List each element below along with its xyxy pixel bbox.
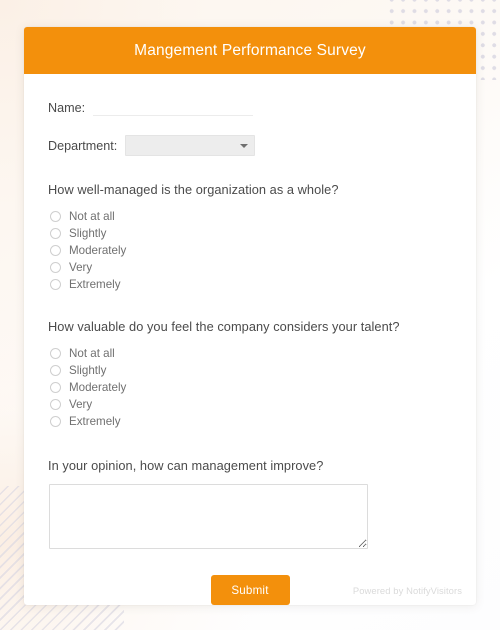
footer-credit: Powered by NotifyVisitors bbox=[352, 585, 462, 596]
page-title: Mangement Performance Survey bbox=[134, 41, 366, 59]
radio-option-2-4[interactable]: Very bbox=[48, 396, 452, 413]
radio-option-2-1[interactable]: Not at all bbox=[48, 345, 452, 362]
question-block-2: How valuable do you feel the company con… bbox=[48, 319, 452, 430]
radio-label: Moderately bbox=[69, 244, 127, 257]
survey-form: Name: Department: How well-managed is th… bbox=[24, 74, 476, 605]
radio-icon[interactable] bbox=[50, 279, 61, 290]
radio-label: Not at all bbox=[69, 210, 115, 223]
question-block-1: How well-managed is the organization as … bbox=[48, 182, 452, 293]
submit-button[interactable]: Submit bbox=[210, 575, 290, 605]
radio-label: Slightly bbox=[69, 364, 107, 377]
radio-option-2-5[interactable]: Extremely bbox=[48, 413, 452, 430]
radio-option-1-5[interactable]: Extremely bbox=[48, 276, 452, 293]
radio-label: Very bbox=[69, 261, 93, 274]
radio-label: Slightly bbox=[69, 227, 107, 240]
department-select[interactable] bbox=[125, 135, 256, 156]
radio-icon[interactable] bbox=[50, 245, 61, 256]
radio-option-1-4[interactable]: Very bbox=[48, 259, 452, 276]
radio-icon[interactable] bbox=[50, 348, 61, 359]
radio-label: Not at all bbox=[69, 347, 115, 360]
department-select-wrap bbox=[125, 135, 256, 156]
comment-label: In your opinion, how can management impr… bbox=[48, 458, 324, 473]
question-text-2: How valuable do you feel the company con… bbox=[48, 319, 400, 334]
radio-icon[interactable] bbox=[50, 399, 61, 410]
name-field-row: Name: bbox=[48, 99, 452, 116]
radio-option-1-1[interactable]: Not at all bbox=[48, 208, 452, 225]
radio-group-2: Not at all Slightly Moderately Very Extr… bbox=[48, 345, 452, 430]
survey-card: Mangement Performance Survey Name: Depar… bbox=[24, 27, 476, 605]
radio-icon[interactable] bbox=[50, 211, 61, 222]
department-field-row: Department: bbox=[48, 135, 452, 156]
name-input[interactable] bbox=[93, 99, 254, 116]
radio-option-1-3[interactable]: Moderately bbox=[48, 242, 452, 259]
department-label: Department: bbox=[48, 138, 118, 153]
name-label: Name: bbox=[48, 100, 86, 115]
radio-label: Extremely bbox=[69, 415, 121, 428]
survey-header: Mangement Performance Survey bbox=[24, 27, 476, 74]
radio-icon[interactable] bbox=[50, 382, 61, 393]
radio-option-2-3[interactable]: Moderately bbox=[48, 379, 452, 396]
comment-textarea[interactable] bbox=[49, 484, 368, 549]
radio-option-2-2[interactable]: Slightly bbox=[48, 362, 452, 379]
radio-icon[interactable] bbox=[50, 262, 61, 273]
radio-group-1: Not at all Slightly Moderately Very Extr… bbox=[48, 208, 452, 293]
radio-icon[interactable] bbox=[50, 365, 61, 376]
comment-block: In your opinion, how can management impr… bbox=[48, 458, 452, 549]
question-text-1: How well-managed is the organization as … bbox=[48, 182, 339, 197]
radio-label: Very bbox=[69, 398, 93, 411]
radio-icon[interactable] bbox=[50, 416, 61, 427]
radio-option-1-2[interactable]: Slightly bbox=[48, 225, 452, 242]
radio-icon[interactable] bbox=[50, 228, 61, 239]
radio-label: Moderately bbox=[69, 381, 127, 394]
radio-label: Extremely bbox=[69, 278, 121, 291]
